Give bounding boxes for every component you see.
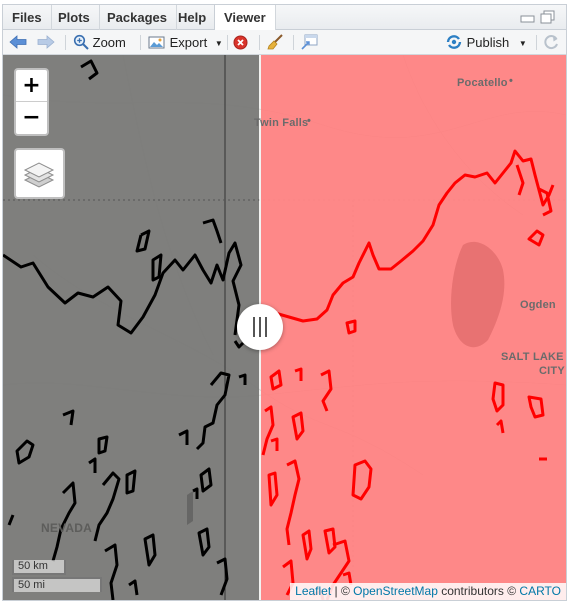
city-dot: • [509,75,514,87]
magnifier-icon [73,34,89,50]
scale-bar-mi: 50 mi [12,577,102,592]
forward-arrow-icon[interactable] [37,35,55,54]
tab-packages[interactable]: Packages [98,5,177,30]
city-label: Ogden [520,299,556,311]
dropdown-arrow-icon: ▼ [214,39,223,48]
tab-help[interactable]: Help [169,5,217,30]
toolbar-separator [293,35,294,50]
toolbar-separator [259,35,260,50]
left-lake [187,491,193,525]
left-overlay [3,55,259,600]
right-overlay [261,55,566,600]
zoom-button[interactable]: Zoom [73,33,126,52]
back-arrow-icon[interactable] [9,35,27,54]
swipe-divider-handle[interactable] [237,304,283,350]
tab-files[interactable]: Files [3,5,52,30]
attribution-separator: | © [331,584,354,598]
broom-icon[interactable] [267,33,285,52]
attribution-text: contributors © [437,584,520,598]
city-label: SALT LAKE [501,351,564,363]
export-button[interactable]: Export ▼ [148,33,223,52]
map-attribution: Leaflet | © OpenStreetMap contributors ©… [290,583,566,600]
city-label: Twin Falls [254,117,309,129]
layers-control-button[interactable] [14,148,65,199]
refresh-icon[interactable] [543,34,560,53]
layers-icon [23,162,55,188]
toolbar-separator [65,35,66,50]
map-canvas[interactable] [3,55,566,600]
city-dot: • [307,115,312,127]
publish-icon [446,35,462,49]
tab-plots[interactable]: Plots [49,5,100,30]
leaflet-link[interactable]: Leaflet [295,584,331,598]
toolbar-separator [140,35,141,50]
dropdown-arrow-icon: ▼ [518,39,527,48]
zoom-in-button[interactable]: + [16,70,47,102]
popout-window-icon[interactable] [301,34,319,53]
carto-link[interactable]: CARTO [519,584,561,598]
leaflet-map[interactable]: Pocatello • Twin Falls • Ogden SALT LAKE… [3,55,566,600]
viewer-pane: Files Plots Packages Help Viewer Zoom Ex… [2,4,567,601]
zoom-out-button[interactable]: − [16,102,47,134]
minimize-icon[interactable] [520,12,536,24]
export-label: Export [169,35,208,50]
scale-bar-km: 50 km [12,560,66,575]
toolbar-separator [536,35,537,50]
grip-icon [253,317,267,337]
zoom-label: Zoom [92,35,126,50]
toolbar-separator [227,35,228,50]
city-label: CITY [539,365,565,377]
remove-viewer-icon[interactable] [233,35,248,54]
maximize-icon[interactable] [540,10,556,25]
state-label: NEVADA [41,521,92,535]
export-image-icon [148,36,165,49]
publish-button[interactable]: Publish ▼ [445,33,527,52]
city-label: Pocatello [457,77,508,89]
tab-bar: Files Plots Packages Help Viewer [3,5,566,31]
osm-link[interactable]: OpenStreetMap [353,584,438,598]
publish-label: Publish [466,35,510,50]
zoom-control: + − [14,68,49,136]
tab-viewer[interactable]: Viewer [214,5,276,31]
viewer-toolbar: Zoom Export ▼ Publish ▼ [3,30,566,55]
